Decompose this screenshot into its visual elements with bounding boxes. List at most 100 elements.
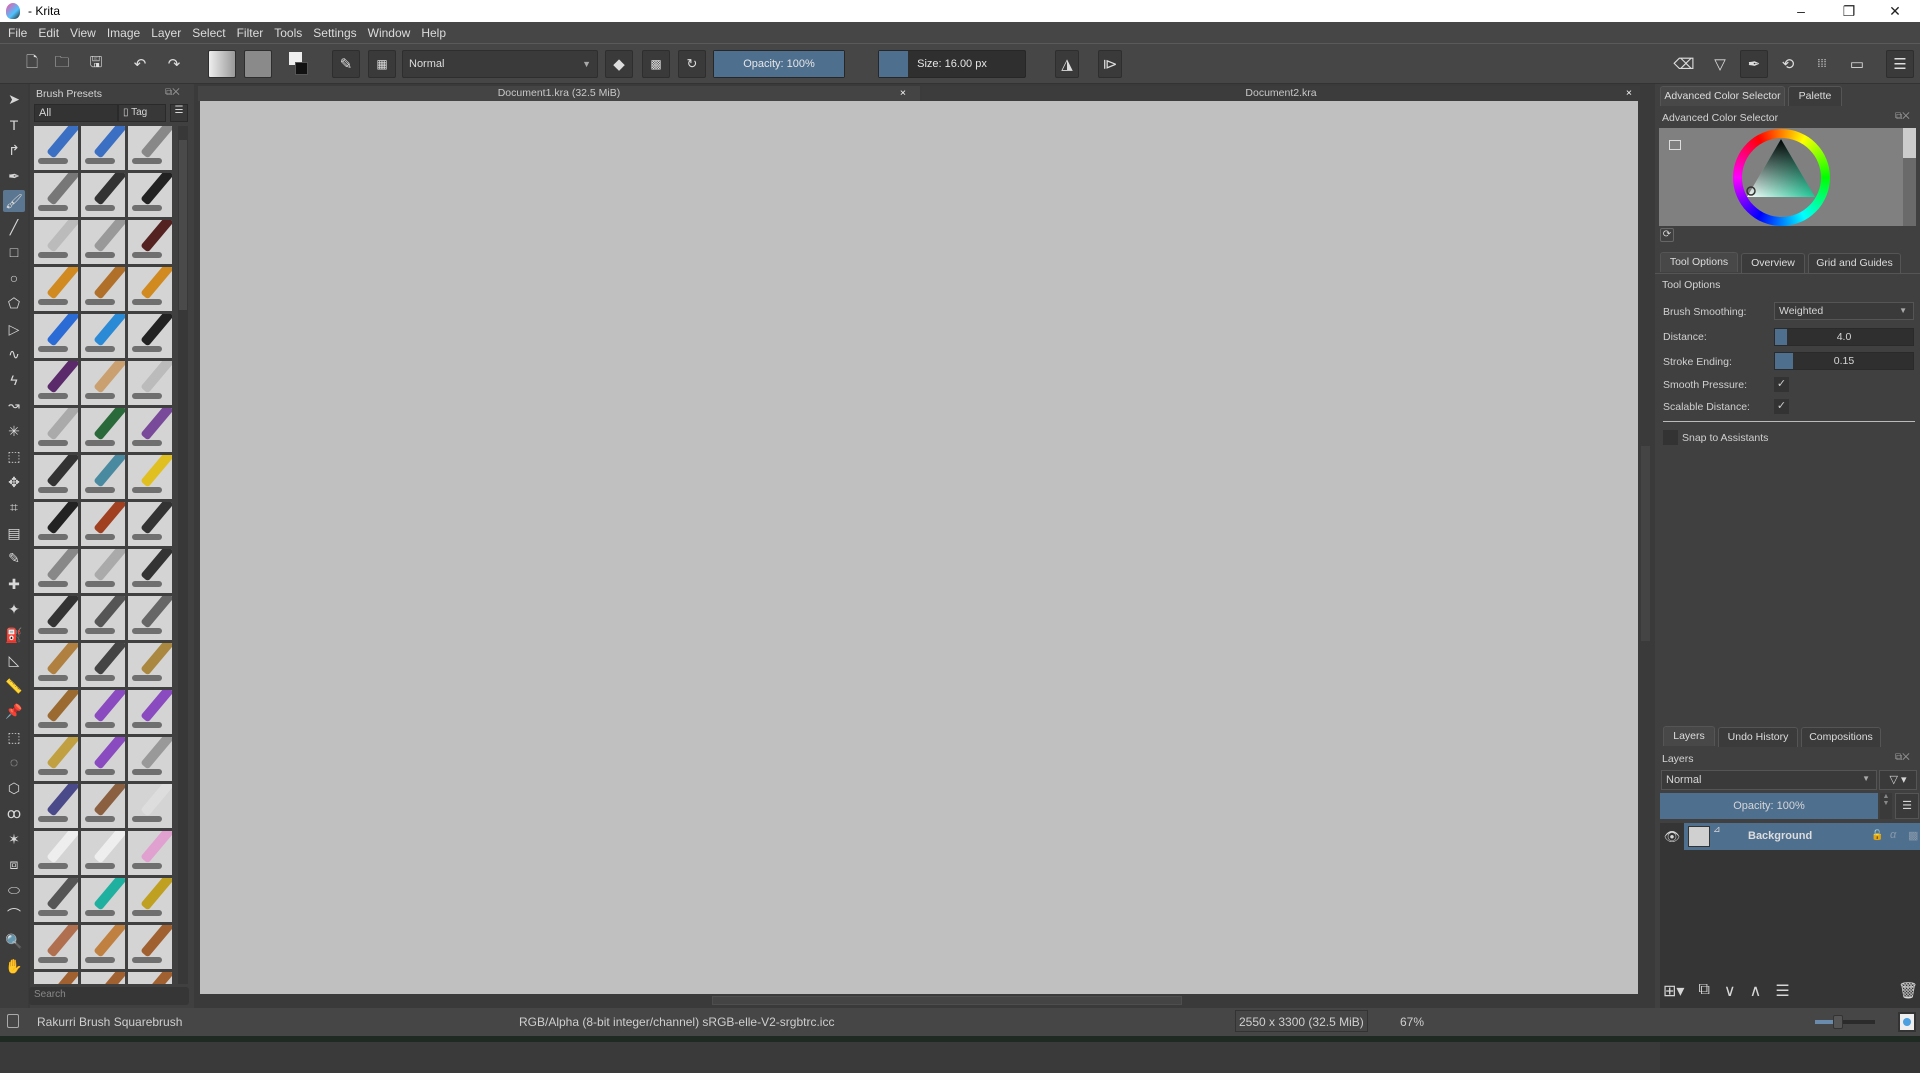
visibility-eye-icon[interactable]: 👁 [1660, 823, 1684, 850]
brush-preset-tile[interactable] [81, 126, 125, 170]
measure-tool-icon[interactable]: 📏 [3, 675, 25, 697]
layer-properties-icon[interactable]: ☰ [1895, 793, 1919, 819]
menu-tools[interactable]: Tools [274, 26, 302, 40]
brush-preset-tile[interactable] [34, 831, 78, 875]
close-tab-icon[interactable]: × [900, 86, 906, 101]
reference-images-tool-icon[interactable]: 📌 [3, 700, 25, 722]
move-layer-up-icon[interactable]: ∧ [1750, 981, 1762, 1001]
brush-preset-tile[interactable] [81, 455, 125, 499]
distance-spinbox[interactable]: 4.0 [1774, 328, 1914, 346]
brush-preset-tile[interactable] [128, 173, 172, 217]
polyline-tool-icon[interactable]: ▷ [3, 318, 25, 340]
elliptical-selection-tool-icon[interactable]: ◌ [3, 751, 25, 773]
color-picker-tool-icon[interactable]: ✎ [3, 547, 25, 569]
stroke-ending-spinbox[interactable]: 0.15 [1774, 352, 1914, 370]
brush-preset-tile[interactable] [81, 408, 125, 452]
minimize-button[interactable]: – [1778, 0, 1824, 22]
brush-preset-tile[interactable] [128, 267, 172, 311]
tab-overview[interactable]: Overview [1741, 253, 1805, 273]
brush-preset-tile[interactable] [81, 267, 125, 311]
opacity-spin-arrows[interactable]: ▲ ▼ [1880, 793, 1892, 819]
brush-preset-tile[interactable] [128, 314, 172, 358]
dock-float-close-icons[interactable]: ⧉✕ [1895, 752, 1910, 763]
undo-icon[interactable]: ↶ [128, 50, 152, 78]
color-selector[interactable] [1659, 128, 1903, 226]
freehand-brush-tool-icon[interactable]: 🖌 [3, 190, 25, 212]
brush-preset-tile[interactable] [81, 502, 125, 546]
brush-preset-tile[interactable] [128, 784, 172, 828]
brush-preset-tile[interactable] [34, 502, 78, 546]
pan-tool-icon[interactable]: ✋ [3, 955, 25, 977]
brush-preset-tile[interactable] [128, 925, 172, 969]
tab-palette[interactable]: Palette [1788, 86, 1842, 106]
brush-preset-tile[interactable] [81, 737, 125, 781]
gradient-selector[interactable] [208, 50, 236, 78]
layer-properties-sliders-icon[interactable]: ☰ [1775, 981, 1789, 1001]
presets-scrollbar[interactable] [178, 126, 188, 984]
image-size-info[interactable]: 2550 x 3300 (32.5 MiB) [1235, 1010, 1368, 1032]
brush-preset-tile[interactable] [128, 549, 172, 593]
layer-filter-icon[interactable]: ▽ ▾ [1879, 770, 1917, 790]
menu-select[interactable]: Select [192, 26, 225, 40]
brush-preset-tile[interactable] [34, 549, 78, 593]
tab-grid-and-guides[interactable]: Grid and Guides [1808, 253, 1901, 273]
canvas-horizontal-scrollbar[interactable] [200, 994, 1640, 1007]
brush-preset-tile[interactable] [128, 596, 172, 640]
inherit-alpha-icon[interactable]: ▩ [1908, 829, 1918, 842]
crop-tool-icon[interactable]: ⌗ [3, 496, 25, 518]
layer-blend-mode-select[interactable]: Normal ▼ [1661, 770, 1877, 790]
freehand-selection-tool-icon[interactable]: ꝏ [3, 802, 25, 824]
canvas-only-icon[interactable] [1898, 1012, 1916, 1032]
zoom-tool-icon[interactable]: 🔍 [3, 930, 25, 952]
colorize-mask-tool-icon[interactable]: ✦ [3, 598, 25, 620]
layer-name[interactable]: Background [1748, 830, 1812, 842]
grid-icon[interactable]: ⁞⁞⁞ [1810, 50, 1834, 78]
brush-preset-tile[interactable] [128, 361, 172, 405]
brush-preset-tile[interactable] [81, 361, 125, 405]
filter-icon[interactable]: ▽ [1708, 50, 1732, 78]
menu-help[interactable]: Help [421, 26, 446, 40]
menu-filter[interactable]: Filter [237, 26, 264, 40]
rotate-canvas-icon[interactable]: ⟲ [1776, 50, 1800, 78]
brush-preset-tile[interactable] [34, 784, 78, 828]
pattern-selector[interactable] [244, 50, 272, 78]
lock-icon[interactable]: 🔓 [1871, 830, 1883, 841]
brush-preset-tile[interactable] [81, 784, 125, 828]
brush-preset-tile[interactable] [128, 690, 172, 734]
color-selector-scrollbar[interactable] [1903, 128, 1916, 226]
scalable-distance-checkbox[interactable]: ✓ [1774, 399, 1789, 414]
reload-preset-icon[interactable]: ↻ [678, 50, 706, 78]
brush-preset-tile[interactable] [81, 549, 125, 593]
dock-float-close-icons[interactable]: ⧉✕ [165, 87, 180, 98]
brush-preset-tile[interactable] [34, 455, 78, 499]
menu-view[interactable]: View [70, 26, 96, 40]
rectangular-selection-tool-icon[interactable]: ⬚ [3, 726, 25, 748]
brush-preset-tile[interactable] [81, 972, 125, 984]
brush-preset-tile[interactable] [34, 408, 78, 452]
alpha-lock-icon[interactable]: α [1890, 829, 1896, 841]
multibrush-tool-icon[interactable]: ✳ [3, 420, 25, 442]
ellipse-tool-icon[interactable]: ○ [3, 267, 25, 289]
freehand-path-tool-icon[interactable]: ϟ [3, 369, 25, 391]
brush-preset-tile[interactable] [34, 596, 78, 640]
pen-mode-icon[interactable]: ✒ [1740, 50, 1768, 78]
brush-preset-tile[interactable] [34, 173, 78, 217]
tab-advanced-color-selector[interactable]: Advanced Color Selector [1660, 86, 1785, 106]
magnetic-selection-tool-icon[interactable]: ⌒ [3, 904, 25, 926]
view-options-icon[interactable]: ☰ [170, 104, 188, 122]
snap-to-assistants-checkbox[interactable] [1663, 430, 1678, 445]
select-shapes-tool-icon[interactable]: ➤ [3, 88, 25, 110]
preserve-alpha-icon[interactable]: ▩ [642, 50, 670, 78]
brush-preset-editor-icon[interactable]: ✎ [332, 50, 360, 78]
bezier-selection-tool-icon[interactable]: ⬭ [3, 879, 25, 901]
menu-window[interactable]: Window [368, 26, 411, 40]
edit-shapes-tool-icon[interactable]: ↱ [3, 139, 25, 161]
hue-ring[interactable] [1733, 129, 1830, 226]
mirror-vertical-icon[interactable]: ⧐ [1098, 50, 1122, 78]
brush-presets-chooser-icon[interactable]: ▦ [368, 50, 396, 78]
brush-preset-tile[interactable] [34, 267, 78, 311]
brush-preset-tile[interactable] [81, 690, 125, 734]
close-window-button[interactable]: ✕ [1872, 0, 1918, 22]
brush-preset-tile[interactable] [81, 925, 125, 969]
duplicate-layer-icon[interactable]: ⧉ [1698, 981, 1709, 1001]
